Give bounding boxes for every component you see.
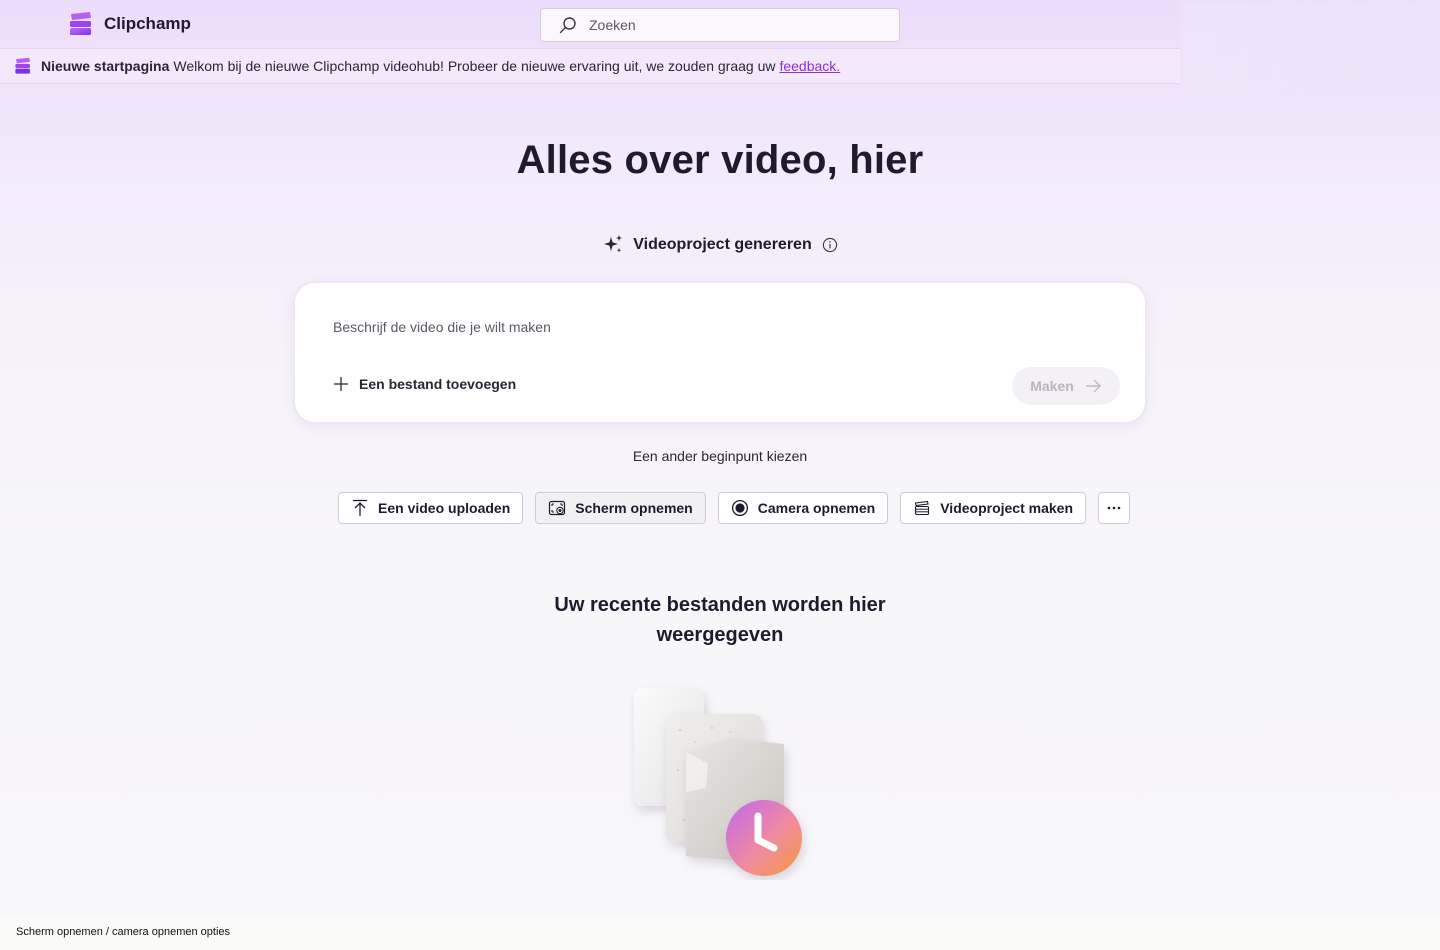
add-file-label: Een bestand toevoegen — [359, 376, 517, 392]
upload-icon — [353, 499, 367, 516]
search-icon — [559, 17, 576, 34]
camera-record-icon — [731, 499, 748, 517]
recent-files-illustration — [634, 688, 802, 876]
create-video-project-button[interactable]: Videoproject maken — [900, 492, 1087, 524]
info-icon[interactable] — [822, 237, 838, 253]
feedback-link[interactable]: feedback. — [779, 58, 840, 74]
clipchamp-logo-icon[interactable] — [68, 12, 94, 36]
create-video-project-label: Videoproject maken — [940, 500, 1074, 516]
more-icon — [1107, 506, 1121, 510]
blurred-account-area — [1182, 0, 1440, 90]
more-options-button[interactable] — [1098, 492, 1131, 524]
page-title: Alles over video, hier — [516, 138, 924, 182]
screen-record-label: Scherm opnemen — [575, 500, 693, 516]
alternative-start-label: Een ander beginpunt kiezen — [632, 448, 808, 464]
generate-label: Videoproject genereren — [633, 236, 812, 253]
add-file-button[interactable]: Een bestand toevoegen — [333, 376, 516, 392]
sparkle-icon — [604, 235, 623, 253]
search-box[interactable] — [540, 8, 900, 42]
screen-record-icon — [549, 500, 566, 516]
video-project-icon — [915, 500, 930, 516]
clipchamp-logo-icon — [15, 57, 30, 74]
top-bar: Clipchamp — [0, 0, 1180, 48]
arrow-right-icon — [1085, 379, 1101, 393]
prompt-card: Een bestand toevoegen Maken — [295, 283, 1145, 422]
announcement-banner: Nieuwe startpagina Welkom bij de nieuwe … — [0, 48, 1180, 84]
brand-name: Clipchamp — [104, 14, 191, 33]
plus-icon — [334, 377, 348, 391]
recent-files-empty-title: Uw recente bestanden worden hier weergeg… — [0, 590, 1440, 650]
camera-record-label: Camera opnemen — [757, 500, 876, 516]
camera-record-button[interactable]: Camera opnemen — [717, 492, 889, 524]
generate-header: Videoproject genereren — [0, 234, 1440, 256]
start-actions: Een video uploaden Scherm opnemen Camera… — [338, 492, 1131, 524]
video-description-input[interactable] — [333, 319, 1033, 343]
upload-video-label: Een video uploaden — [378, 500, 511, 516]
upload-video-button[interactable]: Een video uploaden — [338, 492, 524, 524]
app-window: Clipchamp Nieuwe startpagina Welkom bij … — [0, 0, 1440, 916]
status-text: Scherm opnemen / camera opnemen opties — [16, 926, 231, 938]
make-label: Maken — [1030, 378, 1074, 394]
banner-message: Welkom bij de nieuwe Clipchamp videohub!… — [173, 58, 776, 74]
recent-files-line-1: Uw recente bestanden worden hier — [554, 594, 886, 616]
search-input[interactable] — [589, 17, 869, 33]
status-bar: Scherm opnemen / camera opnemen opties — [0, 916, 1440, 950]
recent-files-line-2: weergegeven — [656, 624, 784, 646]
screen-record-button[interactable]: Scherm opnemen — [535, 492, 706, 524]
make-button[interactable]: Maken — [1012, 367, 1120, 405]
banner-title: Nieuwe startpagina — [41, 58, 170, 74]
